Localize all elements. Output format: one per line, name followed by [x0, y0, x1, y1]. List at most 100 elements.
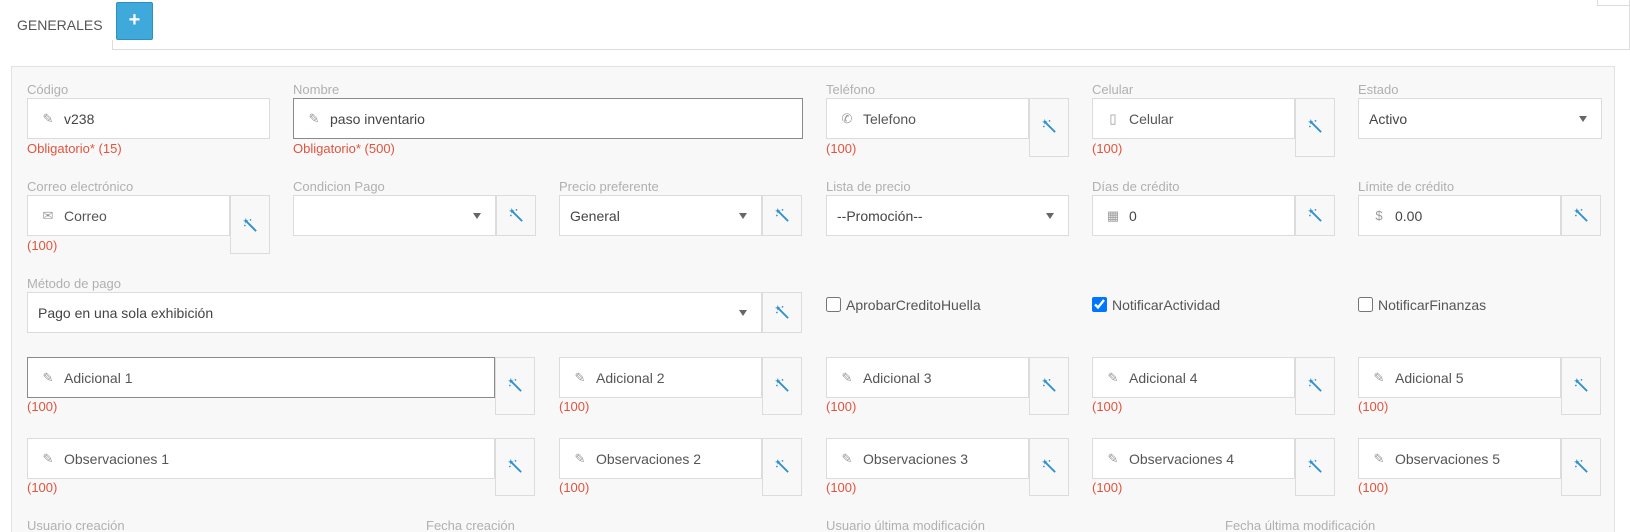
codigo-hint: Obligatorio* (15)	[27, 141, 122, 156]
adicional-5-wand-button[interactable]	[1561, 357, 1601, 415]
label-condicion-pago: Condicion Pago	[293, 179, 385, 194]
adicional-2-input[interactable]: ✎ Adicional 2	[559, 357, 762, 398]
observaciones-2-placeholder: Observaciones 2	[596, 451, 702, 467]
observaciones-1-wand-button[interactable]	[495, 438, 535, 496]
adicional-4-input[interactable]: ✎ Adicional 4	[1092, 357, 1295, 398]
lista-precio-value: --Promoción--	[837, 208, 923, 224]
label-estado: Estado	[1358, 82, 1399, 97]
adicional-4-placeholder: Adicional 4	[1129, 370, 1198, 386]
label-metodo-pago: Método de pago	[27, 276, 121, 291]
adicional-5-placeholder: Adicional 5	[1395, 370, 1464, 386]
observaciones-5-input[interactable]: ✎ Observaciones 5	[1358, 438, 1561, 479]
observaciones-2-wand-button[interactable]	[762, 438, 802, 496]
aprobar-credito-huella-checkbox[interactable]: AprobarCreditoHuella	[826, 296, 1046, 316]
magic-wand-icon	[1042, 378, 1056, 392]
label-lista-precio: Lista de precio	[826, 179, 911, 194]
edit-icon: ✎	[574, 451, 586, 466]
correo-hint: (100)	[27, 238, 58, 253]
magic-wand-icon	[775, 208, 789, 222]
tab-bar: GENERALES +	[0, 0, 1630, 50]
precio-preferente-wand-button[interactable]	[762, 195, 802, 236]
edit-icon: ✎	[1373, 451, 1385, 466]
notificar-finanzas-checkbox[interactable]: NotificarFinanzas	[1358, 296, 1578, 316]
metodo-pago-wand-button[interactable]	[762, 292, 802, 333]
notificar-finanzas-box[interactable]	[1358, 297, 1373, 312]
observaciones-4-input[interactable]: ✎ Observaciones 4	[1092, 438, 1295, 479]
celular-hint: (100)	[1092, 141, 1123, 156]
dias-credito-input[interactable]: ▦ 0	[1092, 195, 1295, 236]
edit-icon: ✎	[574, 370, 586, 385]
adicional-3-input[interactable]: ✎ Adicional 3	[826, 357, 1029, 398]
magic-wand-icon	[508, 378, 522, 392]
notificar-actividad-label: NotificarActividad	[1112, 297, 1221, 313]
telefono-input[interactable]: ✆ Telefono	[826, 98, 1029, 139]
limite-credito-input[interactable]: $ 0.00	[1358, 195, 1561, 236]
correo-input[interactable]: ✉ Correo	[27, 195, 230, 236]
add-tab-button[interactable]: +	[116, 2, 153, 40]
nombre-value: paso inventario	[330, 111, 425, 127]
lista-precio-select[interactable]: --Promoción--	[826, 195, 1069, 236]
notificar-actividad-box[interactable]	[1092, 297, 1107, 312]
observaciones-1-hint: (100)	[27, 480, 58, 495]
edit-icon: ✎	[42, 370, 54, 385]
magic-wand-icon	[1042, 119, 1056, 133]
label-precio-preferente: Precio preferente	[559, 179, 659, 194]
magic-wand-icon	[1308, 208, 1322, 222]
celular-wand-button[interactable]	[1295, 98, 1335, 157]
chevron-down-icon	[473, 213, 481, 219]
magic-wand-icon	[1574, 208, 1588, 222]
chevron-down-icon	[739, 310, 747, 316]
nombre-hint: Obligatorio* (500)	[293, 141, 395, 156]
dias-credito-value: 0	[1129, 208, 1137, 224]
observaciones-3-placeholder: Observaciones 3	[863, 451, 969, 467]
observaciones-5-placeholder: Observaciones 5	[1395, 451, 1501, 467]
correo-wand-button[interactable]	[230, 195, 270, 254]
observaciones-4-wand-button[interactable]	[1295, 438, 1335, 496]
observaciones-1-input[interactable]: ✎ Observaciones 1	[27, 438, 495, 479]
magic-wand-icon	[509, 208, 523, 222]
adicional-1-input[interactable]: ✎ Adicional 1	[27, 357, 495, 398]
magic-wand-icon	[1042, 459, 1056, 473]
tab-generales[interactable]: GENERALES	[0, 0, 112, 50]
adicional-4-wand-button[interactable]	[1295, 357, 1335, 415]
observaciones-3-hint: (100)	[826, 480, 857, 495]
estado-select[interactable]: Activo	[1358, 98, 1602, 139]
condicion-pago-select[interactable]	[293, 195, 496, 236]
nombre-input[interactable]: ✎ paso inventario	[293, 98, 803, 139]
magic-wand-icon	[775, 378, 789, 392]
envelope-icon: ✉	[42, 208, 54, 223]
observaciones-3-input[interactable]: ✎ Observaciones 3	[826, 438, 1029, 479]
celular-placeholder: Celular	[1129, 111, 1174, 127]
precio-preferente-select[interactable]: General	[559, 195, 762, 236]
observaciones-4-hint: (100)	[1092, 480, 1123, 495]
aprobar-credito-huella-box[interactable]	[826, 297, 841, 312]
telefono-wand-button[interactable]	[1029, 98, 1069, 157]
observaciones-2-input[interactable]: ✎ Observaciones 2	[559, 438, 762, 479]
adicional-1-placeholder: Adicional 1	[64, 370, 133, 386]
edit-icon: ✎	[308, 111, 320, 126]
edit-icon: ✎	[1107, 451, 1119, 466]
label-limite-credito: Límite de crédito	[1358, 179, 1455, 194]
codigo-input[interactable]: ✎ v238	[27, 98, 270, 139]
magic-wand-icon	[1308, 378, 1322, 392]
limite-credito-wand-button[interactable]	[1561, 195, 1601, 236]
chevron-down-icon	[739, 213, 747, 219]
tab-corner	[1597, 0, 1630, 6]
dias-credito-wand-button[interactable]	[1295, 195, 1335, 236]
adicional-3-wand-button[interactable]	[1029, 357, 1069, 415]
observaciones-3-wand-button[interactable]	[1029, 438, 1069, 496]
magic-wand-icon	[1574, 459, 1588, 473]
metodo-pago-select[interactable]: Pago en una sola exhibición	[27, 292, 762, 333]
precio-preferente-value: General	[570, 208, 620, 224]
condicion-pago-wand-button[interactable]	[496, 195, 536, 236]
adicional-2-wand-button[interactable]	[762, 357, 802, 415]
notificar-actividad-checkbox[interactable]: NotificarActividad	[1092, 296, 1312, 316]
adicional-1-wand-button[interactable]	[495, 357, 535, 415]
observaciones-5-wand-button[interactable]	[1561, 438, 1601, 496]
observaciones-5-hint: (100)	[1358, 480, 1389, 495]
adicional-5-input[interactable]: ✎ Adicional 5	[1358, 357, 1561, 398]
celular-input[interactable]: ▯ Celular	[1092, 98, 1295, 139]
dollar-icon: $	[1375, 208, 1383, 223]
telefono-hint: (100)	[826, 141, 857, 156]
correo-placeholder: Correo	[64, 208, 107, 224]
